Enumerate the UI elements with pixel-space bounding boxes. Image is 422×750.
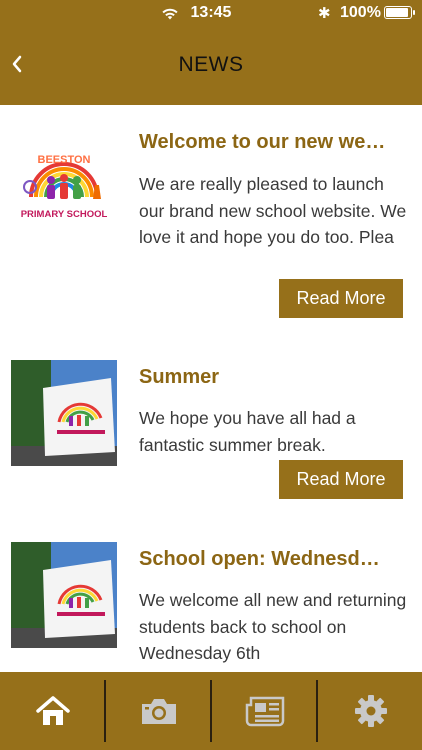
page-title: NEWS [178,53,244,76]
news-title[interactable]: Summer [139,366,409,389]
news-excerpt: We hope you have all had a fantastic sum… [139,408,356,455]
header-bar: 13:45 ✱ 100% NEWS [0,0,422,105]
school-logo-thumbnail: BEESTON PRIMARY SCHOOL [11,135,117,241]
news-excerpt: We welcome all new and returning student… [139,590,407,663]
logo-text-bottom: PRIMARY SCHOOL [21,209,108,220]
tab-home[interactable] [0,672,105,750]
school-sign-photo-thumbnail [11,542,117,648]
status-bar: 13:45 ✱ 100% [0,0,422,26]
tab-bar [0,672,422,750]
school-sign-photo-thumbnail [11,360,117,466]
news-list[interactable]: BEESTON PRIMARY SCHOOL Welcome to our ne… [0,105,422,672]
news-excerpt: We are really pleased to launch our bran… [139,174,407,247]
newspaper-icon [245,696,284,727]
news-title[interactable]: Welcome to our new we… [139,131,409,154]
tab-gallery[interactable] [106,672,211,750]
gear-icon [354,695,387,727]
battery-percentage: 100% [340,4,381,21]
news-title[interactable]: School open: Wednesd… [139,548,409,571]
logo-text-top: BEESTON [38,154,91,166]
home-icon [35,696,70,725]
tab-news[interactable] [212,672,317,750]
read-more-button[interactable]: Read More [279,460,403,499]
camera-icon [141,699,176,724]
tab-settings[interactable] [318,672,422,750]
bluetooth-icon: ✱ [318,5,331,22]
battery-icon [384,6,415,19]
read-more-button[interactable]: Read More [279,279,403,318]
